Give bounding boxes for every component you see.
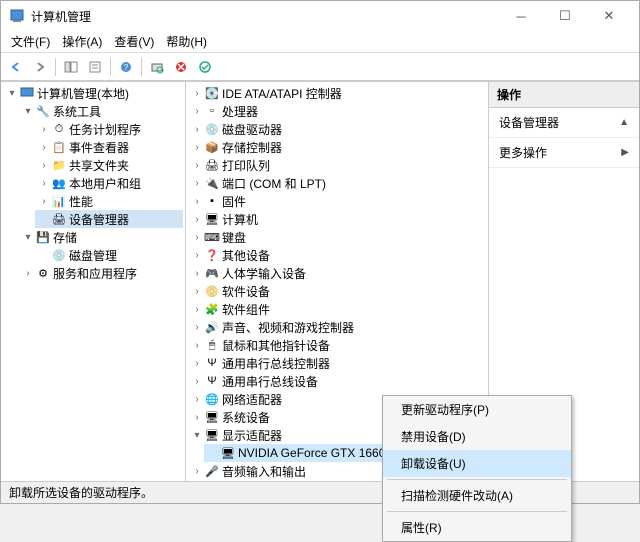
menu-help[interactable]: 帮助(H): [160, 31, 213, 52]
tree-local-users[interactable]: ›👥本地用户和组: [35, 174, 183, 192]
pc-icon: 🖥: [204, 212, 220, 226]
perf-icon: 📊: [51, 194, 67, 208]
forward-button[interactable]: [29, 56, 51, 78]
properties-button[interactable]: [84, 56, 106, 78]
dev-keyboard[interactable]: ›⌨键盘: [188, 228, 486, 246]
ctx-separator: [387, 479, 567, 480]
actions-header: 操作: [489, 82, 639, 108]
left-navigation-pane[interactable]: ▾ 计算机管理(本地) ▾ 🔧 系统工具 ›⏱任务计划程序: [1, 82, 186, 481]
dev-usb[interactable]: ›Ψ通用串行总线控制器: [188, 354, 486, 372]
dev-computer[interactable]: ›🖥计算机: [188, 210, 486, 228]
usb-icon: Ψ: [204, 356, 220, 370]
collapse-arrow-icon: ▲: [619, 117, 629, 128]
actions-item-more[interactable]: 更多操作 ▶: [489, 138, 639, 168]
tree-root-computer-mgmt[interactable]: ▾ 计算机管理(本地): [3, 84, 183, 102]
tree-event-viewer[interactable]: ›📋事件查看器: [35, 138, 183, 156]
wrench-icon: 🔧: [35, 104, 51, 118]
audio-icon: 🎤: [204, 464, 220, 478]
actions-item-device-manager[interactable]: 设备管理器 ▲: [489, 108, 639, 138]
show-hide-tree-button[interactable]: [60, 56, 82, 78]
ide-icon: 💽: [204, 86, 220, 100]
dev-software-comp[interactable]: ›🧩软件组件: [188, 300, 486, 318]
dev-storage-ctrl[interactable]: ›📦存储控制器: [188, 138, 486, 156]
usbdev-icon: Ψ: [204, 374, 220, 388]
firmware-icon: ▪: [204, 194, 220, 208]
ctx-scan-hardware[interactable]: 扫描检测硬件改动(A): [383, 482, 571, 509]
computer-icon: [19, 86, 35, 100]
ctx-update-driver[interactable]: 更新驱动程序(P): [383, 396, 571, 423]
menu-view[interactable]: 查看(V): [108, 31, 160, 52]
soft-icon: 📀: [204, 284, 220, 298]
menu-file[interactable]: 文件(F): [5, 31, 56, 52]
users-icon: 👥: [51, 176, 67, 190]
dev-mouse[interactable]: ›🖱鼠标和其他指针设备: [188, 336, 486, 354]
tree-storage[interactable]: ▾ 💾 存储: [19, 228, 183, 246]
tree-task-scheduler[interactable]: ›⏱任务计划程序: [35, 120, 183, 138]
printer-icon: 🖨: [204, 158, 220, 172]
ctx-properties[interactable]: 属性(R): [383, 514, 571, 541]
event-icon: 📋: [51, 140, 67, 154]
sys-icon: 🖥: [204, 410, 220, 424]
menu-action[interactable]: 操作(A): [56, 31, 108, 52]
keyboard-icon: ⌨: [204, 230, 220, 244]
dev-other[interactable]: ›❓其他设备: [188, 246, 486, 264]
maximize-button[interactable]: ☐: [543, 2, 587, 30]
dev-sound[interactable]: ›🔊声音、视频和游戏控制器: [188, 318, 486, 336]
clock-icon: ⏱: [51, 122, 67, 136]
status-text: 卸载所选设备的驱动程序。: [9, 484, 153, 501]
context-menu: 更新驱动程序(P) 禁用设备(D) 卸载设备(U) 扫描检测硬件改动(A) 属性…: [382, 395, 572, 542]
ctx-uninstall-device[interactable]: 卸载设备(U): [383, 450, 571, 477]
mouse-icon: 🖱: [204, 338, 220, 352]
tree-disk-mgmt[interactable]: 💿磁盘管理: [35, 246, 183, 264]
gpu-icon: 🖥: [220, 446, 236, 460]
scan-icon[interactable]: [146, 56, 168, 78]
comp-icon: 🧩: [204, 302, 220, 316]
tree-performance[interactable]: ›📊性能: [35, 192, 183, 210]
storage-ctrl-icon: 📦: [204, 140, 220, 154]
dev-print-queue[interactable]: ›🖨打印队列: [188, 156, 486, 174]
app-icon: [9, 8, 25, 24]
port-icon: 🔌: [204, 176, 220, 190]
tree-services[interactable]: ›⚙服务和应用程序: [19, 264, 183, 282]
dev-firmware[interactable]: ›▪固件: [188, 192, 486, 210]
ctx-separator: [387, 511, 567, 512]
dev-cpu[interactable]: ›▫处理器: [188, 102, 486, 120]
hid-icon: 🎮: [204, 266, 220, 280]
titlebar: 计算机管理 ─ ☐ ✕: [1, 1, 639, 31]
window-title: 计算机管理: [31, 8, 499, 25]
disk-icon: 💿: [51, 248, 67, 262]
device-icon: 🖨: [51, 212, 67, 226]
close-button[interactable]: ✕: [587, 2, 631, 30]
dev-disk[interactable]: ›💿磁盘驱动器: [188, 120, 486, 138]
svg-text:?: ?: [124, 63, 129, 72]
menubar: 文件(F) 操作(A) 查看(V) 帮助(H): [1, 31, 639, 53]
enable-icon[interactable]: [194, 56, 216, 78]
folder-icon: 📁: [51, 158, 67, 172]
dev-usb-dev[interactable]: ›Ψ通用串行总线设备: [188, 372, 486, 390]
ctx-disable-device[interactable]: 禁用设备(D): [383, 423, 571, 450]
uninstall-icon[interactable]: [170, 56, 192, 78]
services-icon: ⚙: [35, 266, 51, 280]
tree-shared-folders[interactable]: ›📁共享文件夹: [35, 156, 183, 174]
storage-icon: 💾: [35, 230, 51, 244]
toolbar: ?: [1, 53, 639, 81]
sound-icon: 🔊: [204, 320, 220, 334]
dev-hid[interactable]: ›🎮人体学输入设备: [188, 264, 486, 282]
other-icon: ❓: [204, 248, 220, 262]
dev-ide[interactable]: ›💽IDE ATA/ATAPI 控制器: [188, 84, 486, 102]
back-button[interactable]: [5, 56, 27, 78]
tree-device-manager[interactable]: 🖨设备管理器: [35, 210, 183, 228]
dev-software[interactable]: ›📀软件设备: [188, 282, 486, 300]
net-icon: 🌐: [204, 392, 220, 406]
help-button[interactable]: ?: [115, 56, 137, 78]
cpu-icon: ▫: [204, 104, 220, 118]
tree-system-tools[interactable]: ▾ 🔧 系统工具: [19, 102, 183, 120]
minimize-button[interactable]: ─: [499, 2, 543, 30]
submenu-arrow-icon: ▶: [621, 147, 629, 158]
display-icon: 🖥: [204, 428, 220, 442]
hdd-icon: 💿: [204, 122, 220, 136]
dev-ports[interactable]: ›🔌端口 (COM 和 LPT): [188, 174, 486, 192]
